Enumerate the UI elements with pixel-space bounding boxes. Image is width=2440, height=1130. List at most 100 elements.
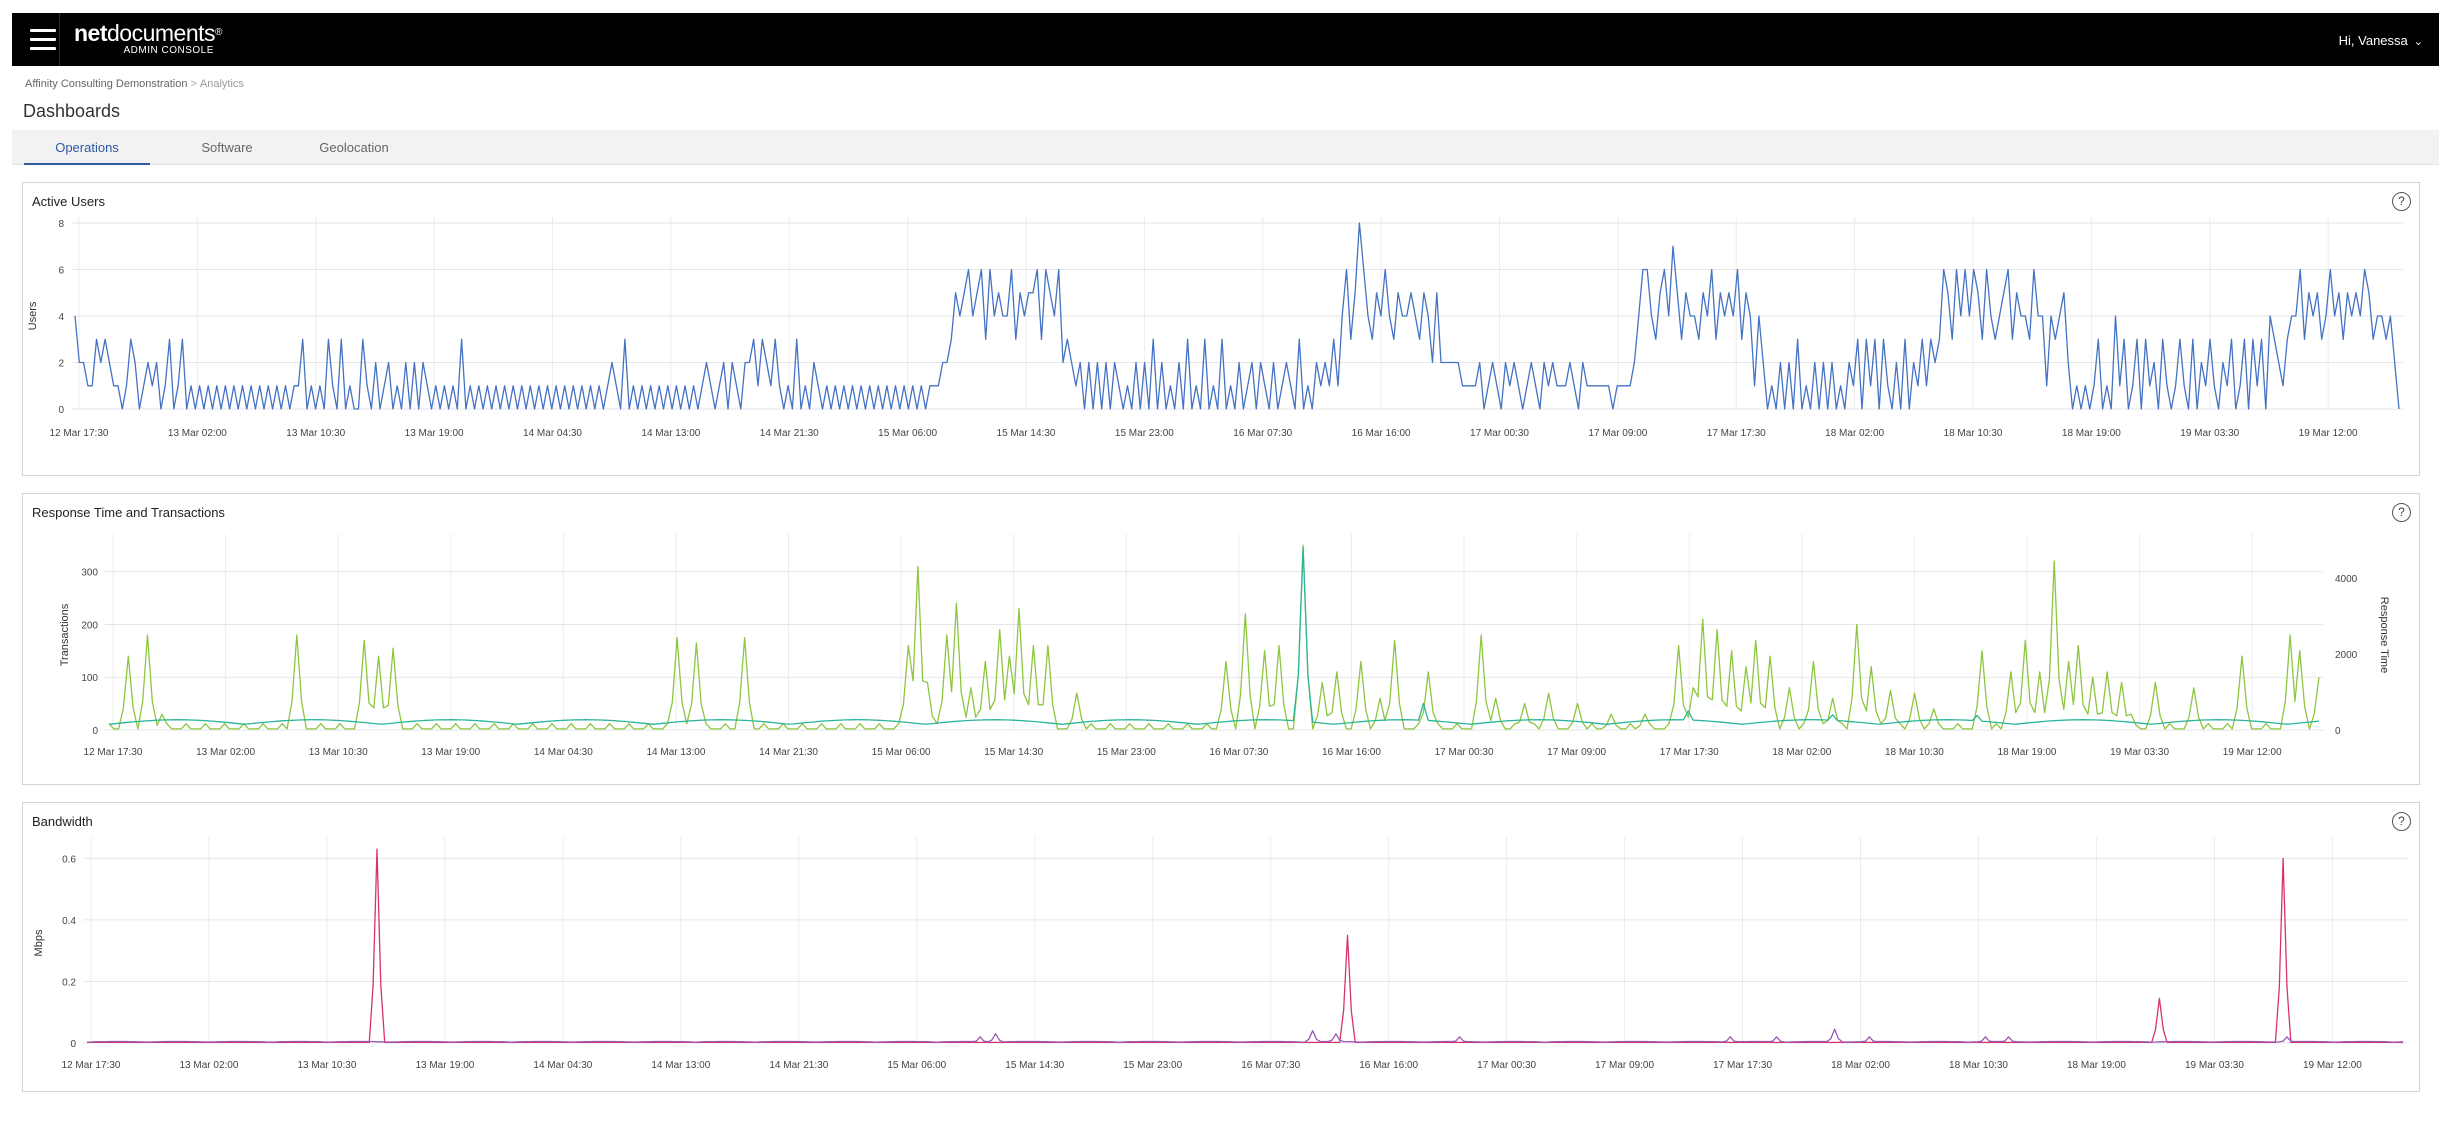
x-tick-label: 12 Mar 17:30 — [84, 747, 143, 758]
x-tick-label: 17 Mar 00:30 — [1435, 747, 1494, 758]
user-greeting: Hi, Vanessa — [2338, 33, 2408, 48]
x-tick-label: 15 Mar 06:00 — [872, 747, 931, 758]
active-users-chart: 12 Mar 17:30 13 Mar 02:00 13 Mar 10:30 13 M… — [27, 217, 2403, 439]
y-tick-label: 200 — [81, 620, 98, 631]
brand-subtitle: ADMIN CONSOLE — [123, 45, 214, 56]
hamburger-menu-icon[interactable] — [30, 29, 56, 51]
breadcrumb-separator: > — [190, 78, 197, 90]
response-time-chart: 12 Mar 17:30 13 Mar 02:00 13 Mar 10:30 13 M… — [59, 534, 2390, 758]
x-tick-label: 18 Mar 10:30 — [1949, 1060, 2008, 1071]
active-users-panel: Active Users ? 12 Mar 17:30 13 Mar 02:00 1… — [22, 182, 2420, 476]
brand-light: documents — [107, 20, 216, 46]
response-time-panel: Response Time and Transactions ? 12 Mar … — [22, 493, 2420, 785]
x-tick-label: 15 Mar 14:30 — [997, 428, 1056, 439]
x-tick-label: 13 Mar 19:00 — [415, 1060, 474, 1071]
header-divider — [59, 13, 60, 66]
x-tick-label: 13 Mar 10:30 — [297, 1060, 356, 1071]
y-tick-label: 0 — [70, 1039, 76, 1050]
y-right-tick-label: 0 — [2335, 726, 2341, 737]
x-tick-label: 17 Mar 09:00 — [1547, 747, 1606, 758]
x-tick-label: 19 Mar 03:30 — [2110, 747, 2169, 758]
x-tick-label: 18 Mar 10:30 — [1944, 428, 2003, 439]
y-tick-label: 2 — [58, 359, 64, 370]
series-line — [108, 544, 2320, 730]
dashboard-tabs: Operations Software Geolocation — [12, 130, 2439, 165]
x-tick-label: 15 Mar 06:00 — [878, 428, 937, 439]
x-tick-label: 13 Mar 10:30 — [286, 428, 345, 439]
x-tick-label: 15 Mar 06:00 — [887, 1060, 946, 1071]
x-tick-label: 14 Mar 13:00 — [641, 428, 700, 439]
y-tick-label: 0.6 — [62, 854, 76, 865]
x-tick-label: 12 Mar 17:30 — [50, 428, 109, 439]
x-tick-label: 16 Mar 07:30 — [1241, 1060, 1300, 1071]
x-tick-label: 19 Mar 12:00 — [2299, 428, 2358, 439]
y-tick-label: 8 — [58, 219, 64, 230]
x-tick-label: 14 Mar 04:30 — [533, 1060, 592, 1071]
tab-operations[interactable]: Operations — [24, 130, 150, 165]
bandwidth-panel: Bandwidth ? 12 Mar 17:30 13 Mar 02:00 13 M… — [22, 802, 2420, 1092]
x-tick-label: 17 Mar 09:00 — [1588, 428, 1647, 439]
tab-geolocation[interactable]: Geolocation — [294, 130, 414, 165]
x-tick-label: 13 Mar 02:00 — [180, 1060, 239, 1071]
x-tick-label: 12 Mar 17:30 — [62, 1060, 121, 1071]
x-tick-label: 16 Mar 16:00 — [1352, 428, 1411, 439]
x-tick-label: 15 Mar 14:30 — [1005, 1060, 1064, 1071]
y-tick-label: 0.4 — [62, 916, 76, 927]
breadcrumb: Affinity Consulting Demonstration > Analyt… — [25, 78, 244, 90]
x-tick-label: 14 Mar 21:30 — [760, 428, 819, 439]
y-tick-label: 300 — [81, 568, 98, 579]
x-tick-label: 14 Mar 21:30 — [769, 1060, 828, 1071]
y-axis-label: Transactions — [59, 603, 71, 666]
x-tick-label: 14 Mar 04:30 — [534, 747, 593, 758]
y-tick-label: 100 — [81, 673, 98, 684]
x-tick-label: 14 Mar 21:30 — [759, 747, 818, 758]
x-tick-label: 19 Mar 03:30 — [2185, 1060, 2244, 1071]
series-line — [108, 546, 2320, 725]
y-right-tick-label: 4000 — [2335, 574, 2358, 585]
x-tick-label: 14 Mar 04:30 — [523, 428, 582, 439]
brand-logo[interactable]: netdocuments® ADMIN CONSOLE — [74, 20, 222, 56]
user-menu[interactable]: Hi, Vanessa ⌄ — [2339, 33, 2423, 48]
y-tick-label: 0.2 — [62, 977, 76, 988]
y-tick-label: 0 — [92, 726, 98, 737]
brand-mark: ® — [215, 27, 222, 38]
breadcrumb-item-account[interactable]: Affinity Consulting Demonstration — [25, 78, 187, 90]
x-tick-label: 15 Mar 23:00 — [1097, 747, 1156, 758]
x-tick-label: 13 Mar 19:00 — [421, 747, 480, 758]
x-tick-label: 18 Mar 19:00 — [1998, 747, 2057, 758]
x-tick-label: 17 Mar 17:30 — [1660, 747, 1719, 758]
y-right-tick-label: 2000 — [2335, 650, 2358, 661]
x-tick-label: 17 Mar 00:30 — [1477, 1060, 1536, 1071]
x-tick-label: 16 Mar 07:30 — [1209, 747, 1268, 758]
brand-bold: net — [74, 20, 108, 46]
x-tick-label: 17 Mar 17:30 — [1707, 428, 1766, 439]
x-tick-label: 18 Mar 19:00 — [2067, 1060, 2126, 1071]
tab-software[interactable]: Software — [172, 130, 282, 165]
top-navigation-bar: netdocuments® ADMIN CONSOLE Hi, Vanessa ⌄ — [12, 13, 2439, 66]
x-tick-label: 13 Mar 02:00 — [168, 428, 227, 439]
y-tick-label: 6 — [58, 266, 64, 277]
series-line — [87, 848, 2403, 1044]
y-tick-label: 4 — [58, 312, 64, 323]
y-axis-label: Users — [27, 301, 39, 330]
x-tick-label: 19 Mar 12:00 — [2223, 747, 2282, 758]
x-tick-label: 17 Mar 00:30 — [1470, 428, 1529, 439]
y-axis-label-right: Response Time — [2378, 597, 2390, 673]
x-tick-label: 18 Mar 02:00 — [1772, 747, 1831, 758]
x-tick-label: 16 Mar 16:00 — [1322, 747, 1381, 758]
x-tick-label: 16 Mar 07:30 — [1233, 428, 1292, 439]
x-tick-label: 13 Mar 10:30 — [309, 747, 368, 758]
y-axis-label: Mbps — [33, 929, 45, 956]
x-tick-label: 15 Mar 14:30 — [984, 747, 1043, 758]
bandwidth-chart: 12 Mar 17:30 13 Mar 02:00 13 Mar 10:30 13 M… — [33, 837, 2407, 1071]
chevron-down-icon: ⌄ — [2413, 36, 2423, 48]
y-tick-label: 0 — [58, 405, 64, 416]
x-tick-label: 13 Mar 02:00 — [196, 747, 255, 758]
x-tick-label: 19 Mar 03:30 — [2180, 428, 2239, 439]
page-title: Dashboards — [23, 101, 121, 121]
x-tick-label: 16 Mar 16:00 — [1359, 1060, 1418, 1071]
x-tick-label: 13 Mar 19:00 — [405, 428, 464, 439]
x-tick-label: 18 Mar 19:00 — [2062, 428, 2121, 439]
x-tick-label: 14 Mar 13:00 — [651, 1060, 710, 1071]
x-tick-label: 14 Mar 13:00 — [646, 747, 705, 758]
